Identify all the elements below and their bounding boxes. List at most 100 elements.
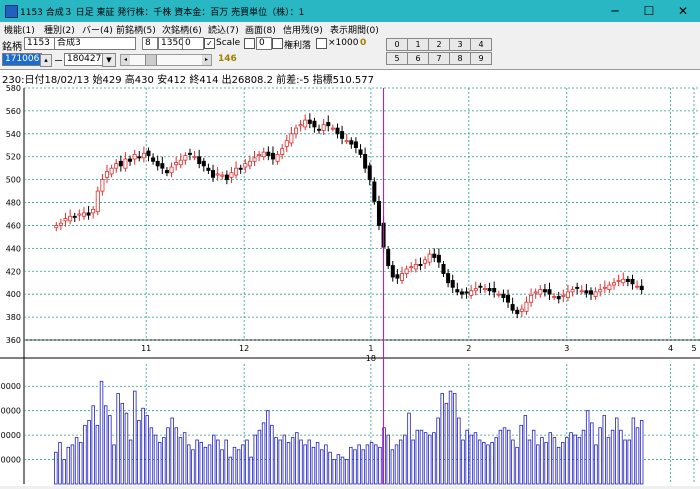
candle-body [344, 140, 349, 143]
volume-bar [394, 444, 399, 485]
field-c[interactable]: 0 [182, 37, 204, 50]
volume-bar [124, 412, 129, 485]
slider-right-arrow-icon[interactable]: ▸ [202, 55, 211, 65]
candle-body [201, 160, 206, 167]
from-date-input[interactable]: 171006 [2, 53, 42, 66]
num-button-5[interactable]: 5 [386, 52, 408, 65]
candle-body [598, 289, 603, 293]
price-tick-label: 360 [6, 336, 21, 345]
num-button-0[interactable]: 0 [386, 38, 408, 51]
scale-checkbox[interactable]: ✓ [204, 38, 215, 49]
candle-body [496, 293, 501, 296]
candle-body [266, 151, 271, 156]
num-button-3[interactable]: 3 [449, 38, 471, 51]
zero-badge: 0 [360, 38, 367, 48]
volume-bar [286, 442, 291, 485]
candle-body [211, 170, 216, 178]
menu-function[interactable]: 機能(1) [4, 23, 35, 36]
candle-body [261, 151, 266, 158]
stock-chart-svg[interactable]: 36038040042044046048050052054056058011 12… [0, 84, 700, 486]
candle-body [298, 124, 303, 127]
margin-checkbox[interactable] [272, 38, 283, 49]
close-button[interactable]: ✕ [666, 0, 700, 22]
volume-bar [120, 402, 125, 485]
num-button-6[interactable]: 6 [407, 52, 429, 65]
price-tick-label: 400 [6, 290, 21, 299]
field-d[interactable]: 0 [256, 37, 272, 50]
candle-body [123, 158, 128, 169]
volume-bar [465, 429, 469, 485]
field-a[interactable]: 8 [142, 37, 158, 50]
price-tick-label: 380 [6, 313, 21, 322]
num-button-8[interactable]: 8 [449, 52, 471, 65]
candle-body [584, 290, 589, 294]
code-input[interactable]: 1153 [24, 37, 56, 50]
volume-bar [411, 439, 415, 485]
candle-body [561, 294, 566, 297]
volume-bar [137, 420, 141, 485]
candle-body [160, 163, 165, 169]
menu-prev-stock[interactable]: 前銘柄(5) [116, 23, 156, 36]
candle-body [155, 160, 160, 167]
chevron-down-icon[interactable]: ▼ [102, 53, 116, 67]
period-slider[interactable]: ◂ ▸ [120, 54, 212, 66]
volume-bar [103, 405, 108, 485]
menu-type[interactable]: 種別(2) [44, 23, 75, 36]
volume-bar [328, 451, 332, 485]
volume-bar [133, 390, 137, 485]
candle-body [455, 289, 460, 293]
volume-bar [556, 446, 561, 485]
volume-bar [253, 434, 257, 485]
candle-body [515, 309, 520, 315]
volume-bar [602, 415, 607, 485]
price-tick-label: 480 [6, 199, 21, 208]
price-tick-label: 560 [6, 107, 21, 116]
stock-name-field[interactable]: 合成3 [54, 37, 136, 50]
minimize-button[interactable]: ─ [598, 0, 632, 22]
volume-bar [62, 459, 66, 485]
volume-bar [490, 442, 494, 485]
volume-bar [178, 437, 183, 485]
volume-bar [498, 429, 503, 485]
volume-bar [232, 446, 237, 485]
maximize-button[interactable]: ☐ [632, 0, 666, 22]
candle-body [312, 120, 317, 128]
candle-body [616, 280, 621, 282]
menu-load[interactable]: 読込(7) [208, 23, 239, 36]
candle-body [91, 209, 96, 214]
slider-left-arrow-icon[interactable]: ◂ [121, 55, 130, 65]
candle-body [192, 156, 197, 159]
volume-bar [469, 434, 474, 485]
volume-bar [166, 427, 170, 485]
volume-bar [436, 417, 440, 485]
volume-bar [311, 446, 316, 485]
candle-body [238, 167, 243, 170]
menu-next-stock[interactable]: 次銘柄(6) [162, 23, 202, 36]
volume-bar [83, 424, 87, 485]
volume-bar [187, 444, 191, 485]
candle-body [293, 127, 298, 135]
num-button-2[interactable]: 2 [428, 38, 450, 51]
candle-body [612, 282, 617, 286]
menu-bar-type[interactable]: バー(4) [82, 23, 113, 36]
from-date-spin-icon[interactable]: ▴ [40, 54, 52, 67]
slider-thumb[interactable] [145, 55, 157, 65]
menu-display-period[interactable]: 表示期間(0) [330, 23, 379, 36]
candle-body [358, 149, 363, 155]
num-button-9[interactable]: 9 [470, 52, 492, 65]
field-b[interactable]: 1350 [158, 37, 184, 50]
num-button-7[interactable]: 7 [428, 52, 450, 65]
checkbox-d[interactable] [244, 38, 255, 49]
menu-margin[interactable]: 信用残(9) [283, 23, 323, 36]
num-button-1[interactable]: 1 [407, 38, 429, 51]
toolbar-row-2: 171006 ▴ ー 180427 ▼ ◂ ▸ 146 5 6 7 8 9 [0, 52, 700, 68]
to-date-input[interactable]: 180427 [64, 53, 104, 66]
menu-screen[interactable]: 画面(8) [245, 23, 276, 36]
month-tick-label: 12 [239, 344, 249, 353]
volume-bar [573, 434, 577, 485]
volume-bar [598, 427, 602, 485]
volume-bar [494, 437, 498, 485]
x1000-checkbox[interactable] [316, 38, 327, 49]
num-button-4[interactable]: 4 [470, 38, 492, 51]
volume-bar [473, 432, 478, 485]
